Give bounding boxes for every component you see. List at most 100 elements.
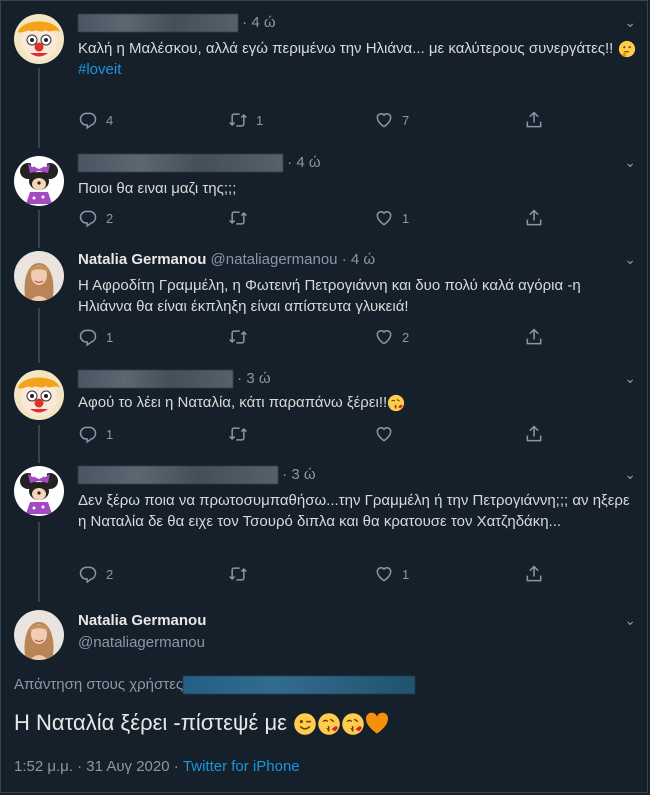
retweet-icon [228,327,248,347]
main-tweet[interactable]: Natalia Germanou @nataliagermanou ⌄ Απάν… [0,600,650,790]
kissing-face-emoji [317,712,341,736]
share-button[interactable] [524,110,544,130]
share-icon [524,327,544,347]
retweet-icon [228,110,248,130]
reply-icon [78,208,98,228]
share-button[interactable] [524,327,544,347]
kissing-face-emoji [341,712,365,736]
user-handle[interactable]: @nataliagermanou [211,251,338,268]
tweet-actions: 4 1 7 [78,110,558,132]
timestamp[interactable]: 1:52 μ.μ. · 31 Αυγ 2020 · [14,758,183,775]
avatar[interactable] [14,14,64,64]
tweet-actions: 2 1 [78,564,558,586]
tweet-header: · 3 ώ [78,466,316,485]
tweet[interactable]: Natalia Germanou @nataliagermanou · 4 ώ … [0,245,650,360]
chevron-down-icon[interactable]: ⌄ [624,466,636,483]
retweet-button[interactable] [228,208,256,228]
redacted-username [78,370,233,389]
tweet-actions: 1 [78,424,558,446]
like-button[interactable]: 2 [374,327,409,347]
reply-button[interactable]: 1 [78,327,113,347]
main-tweet-text: Η Ναταλία ξέρει -πίστεψέ με [14,710,389,736]
tweet-time[interactable]: 3 ώ [246,370,270,387]
tweet[interactable]: · 3 ώ ⌄ Αφού το λέει η Ναταλία, κάτι παρ… [0,360,650,460]
share-button[interactable] [524,208,544,228]
reply-icon [78,564,98,584]
reply-label: Απάντηση στους χρήστες [14,676,184,693]
chevron-down-icon[interactable]: ⌄ [624,370,636,387]
share-icon [524,110,544,130]
redacted-username [78,466,278,485]
display-name[interactable]: Natalia Germanou [78,251,206,268]
retweet-icon [228,564,248,584]
reply-icon [78,424,98,444]
tweet-text: Ποιοι θα ειναι μαζι της;;; [78,180,237,197]
tweet-actions: 2 1 [78,208,558,230]
retweet-button[interactable] [228,564,256,584]
reply-context: Απάντηση στους χρήστες [14,676,416,695]
kissing-face-emoji [387,394,405,412]
hashtag-link[interactable]: #loveit [78,61,121,78]
retweet-icon [228,424,248,444]
tweet-actions: 1 2 [78,327,558,349]
tweet-metadata: 1:52 μ.μ. · 31 Αυγ 2020 · Twitter for iP… [14,758,300,775]
share-button[interactable] [524,564,544,584]
reply-icon [78,327,98,347]
like-icon [374,424,394,444]
avatar[interactable] [14,251,64,301]
winking-face-emoji [293,712,317,736]
tweet-header: Natalia Germanou @nataliagermanou · 4 ώ [78,251,376,268]
tweet[interactable]: · 4 ώ ⌄ Ποιοι θα ειναι μαζι της;;; 2 1 [0,150,650,245]
orange-heart-emoji [365,712,389,736]
chevron-down-icon[interactable]: ⌄ [624,154,636,171]
main-user-handle[interactable]: @nataliagermanou [78,634,205,651]
tweet-time[interactable]: 4 ώ [296,154,320,171]
tweet[interactable]: · 4 ώ ⌄ Καλή η Μαλέσκου, αλλά εγώ περιμέ… [0,0,650,150]
chevron-down-icon[interactable]: ⌄ [624,14,636,31]
reply-button[interactable]: 4 [78,110,113,130]
reply-button[interactable]: 2 [78,564,113,584]
avatar[interactable] [14,466,64,516]
like-icon [374,208,394,228]
avatar[interactable] [14,156,64,206]
avatar[interactable] [14,610,64,660]
chevron-down-icon[interactable]: ⌄ [624,251,636,268]
like-button[interactable]: 7 [374,110,409,130]
redacted-username [78,154,283,173]
tweet-text: Δεν ξέρω ποια να πρωτοσυμπαθήσω...την Γρ… [78,492,630,530]
tweet-text: Αφού το λέει η Ναταλία, κάτι παραπάνω ξέ… [78,392,638,413]
like-button[interactable] [374,424,402,444]
redacted-username [78,14,238,33]
retweet-button[interactable] [228,327,256,347]
tweet-time[interactable]: 4 ώ [251,14,275,31]
like-icon [374,564,394,584]
retweet-icon [228,208,248,228]
thinking-face-emoji [618,40,636,58]
chevron-down-icon[interactable]: ⌄ [624,612,636,629]
retweet-button[interactable] [228,424,256,444]
tweet-header: · 4 ώ [78,154,321,173]
share-icon [524,424,544,444]
source-link[interactable]: Twitter for iPhone [183,758,300,775]
main-display-name[interactable]: Natalia Germanou [78,612,206,629]
reply-button[interactable]: 2 [78,208,113,228]
like-icon [374,327,394,347]
like-button[interactable]: 1 [374,208,409,228]
like-button[interactable]: 1 [374,564,409,584]
reply-button[interactable]: 1 [78,424,113,444]
tweet[interactable]: · 3 ώ ⌄ Δεν ξέρω ποια να πρωτοσυμπαθήσω.… [0,460,650,595]
reply-icon [78,110,98,130]
tweet-header: · 3 ώ [78,370,271,389]
tweet-text: Η Αφροδίτη Γραμμέλη, η Φωτεινή Πετρογιάν… [78,277,581,315]
redacted-recipients[interactable] [183,676,416,695]
share-icon [524,564,544,584]
avatar[interactable] [14,370,64,420]
tweet-time[interactable]: 3 ώ [291,466,315,483]
retweet-button[interactable]: 1 [228,110,263,130]
share-button[interactable] [524,424,544,444]
tweet-header: · 4 ώ [78,14,276,33]
tweet-text: Καλή η Μαλέσκου, αλλά εγώ περιμένω την Η… [78,38,638,80]
like-icon [374,110,394,130]
share-icon [524,208,544,228]
tweet-time[interactable]: 4 ώ [351,251,375,268]
